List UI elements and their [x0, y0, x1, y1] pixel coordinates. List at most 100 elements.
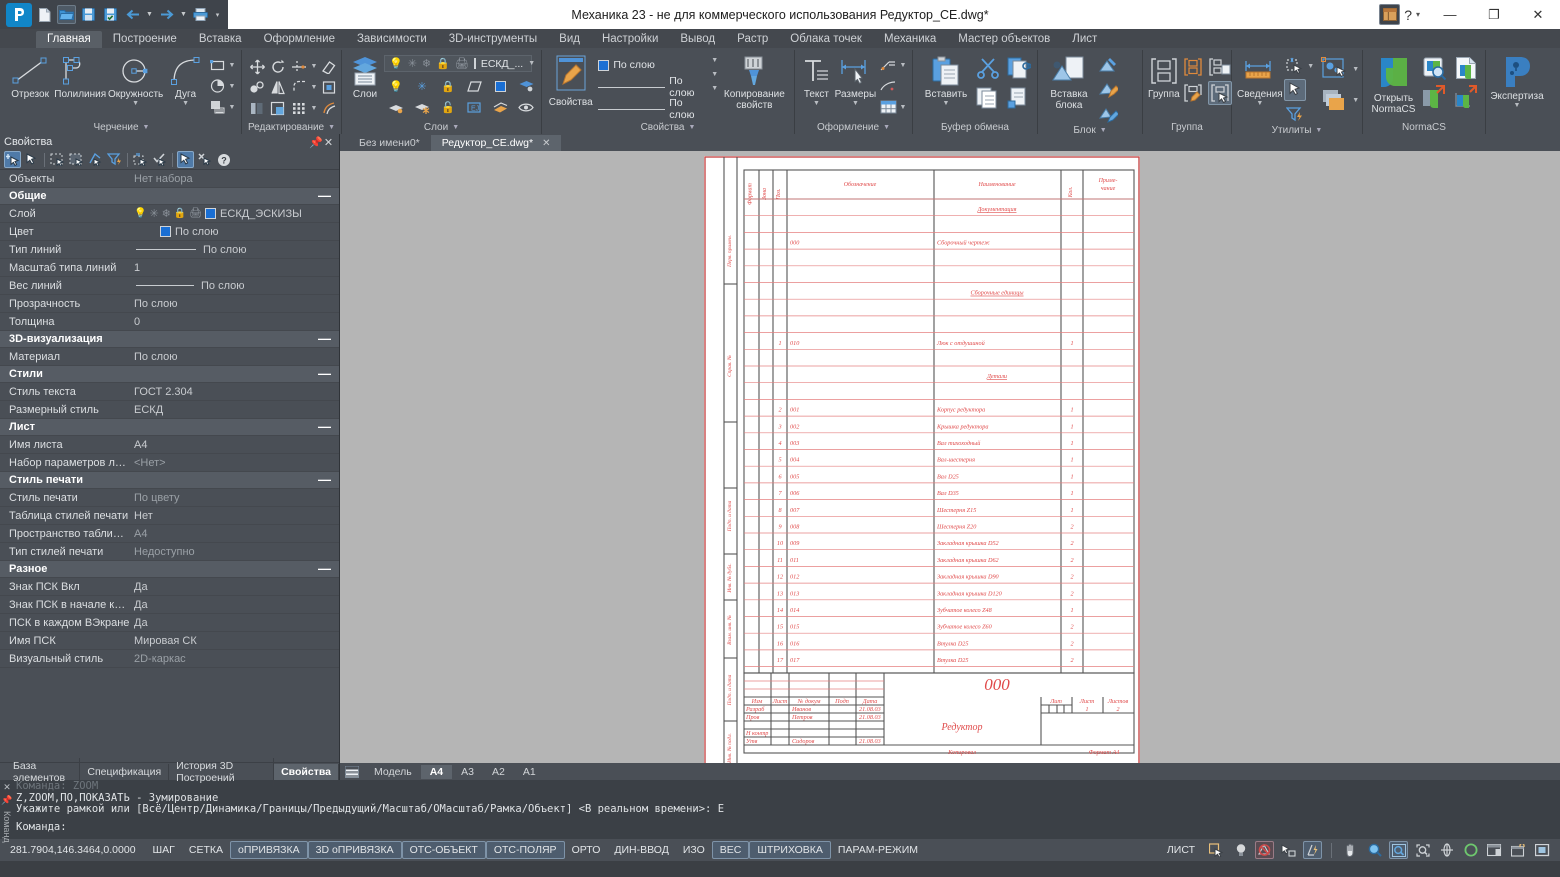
ribbon-tab-oformlenie[interactable]: Оформление [253, 31, 346, 48]
status-toggle-orto[interactable]: ОРТО [565, 842, 608, 858]
property-row-ucsicon-on[interactable]: Знак ПСК Вкл Да [0, 578, 339, 596]
layer-turn-on-icon[interactable] [386, 97, 406, 117]
layer-freeze-tool-icon[interactable]: ✳ [412, 76, 432, 96]
hatch-icon[interactable] [207, 97, 227, 117]
copy-objects-icon[interactable] [247, 78, 267, 98]
property-row-ltscale[interactable]: Масштаб типа линий 1 [0, 259, 339, 277]
paste-button[interactable]: Вставить ▼ [918, 53, 974, 107]
drawing-panel-expand-icon[interactable]: ▼ [143, 124, 150, 131]
filter-tool-icon[interactable] [1284, 103, 1306, 125]
open-normacs-button[interactable]: Открыть NormaCS [1368, 53, 1419, 115]
quick-select-dropdown-icon[interactable]: ▼ [1307, 63, 1315, 70]
help-icon[interactable]: ? [215, 151, 232, 168]
tab-svoystva[interactable]: Свойства [274, 764, 339, 780]
property-row-plotstyle[interactable]: Стиль печати По цвету [0, 489, 339, 507]
property-group-plotstyle[interactable]: Стиль печати— [0, 472, 339, 489]
layer-lock-icon[interactable]: 🔒 [174, 208, 186, 219]
object-color-combo[interactable]: По слою [595, 56, 709, 74]
isolate-dropdown-icon[interactable]: ▼ [1352, 66, 1360, 73]
help-dropdown-icon[interactable]: ▾ [1416, 10, 1420, 19]
ribbon-tab-nastroyki[interactable]: Настройки [591, 31, 669, 48]
layer-freeze-vp-icon[interactable]: ❄ [162, 207, 171, 220]
property-row-dimstyle[interactable]: Размерный стиль ЕСКД [0, 401, 339, 419]
property-row-layoutname[interactable]: Имя листа A4 [0, 436, 339, 454]
draw-order-dropdown-icon[interactable]: ▼ [1352, 97, 1360, 104]
property-row-plotstyletable[interactable]: Таблица стилей печати Нет [0, 507, 339, 525]
block-attributes-icon[interactable] [1096, 103, 1120, 125]
layer-color-swatch[interactable] [474, 58, 476, 69]
property-group-layout[interactable]: Лист— [0, 419, 339, 436]
object-linetype-combo[interactable]: По слою [595, 78, 709, 96]
showmotion-icon[interactable] [1461, 841, 1480, 859]
layer-isolate-icon[interactable]: 💡 [386, 76, 406, 96]
expertise-button[interactable]: Экспертиза ▼ [1490, 53, 1543, 109]
layer-color-tool-icon[interactable] [490, 76, 510, 96]
editing-panel-expand-icon[interactable]: ▼ [328, 124, 335, 131]
explode-icon[interactable] [319, 78, 339, 98]
object-lineweight-combo[interactable]: По слою [595, 100, 709, 118]
polyline-tool-button[interactable]: Полилиния [54, 53, 106, 100]
zoom-icon[interactable] [1365, 841, 1384, 859]
workspace-switch-icon[interactable] [1379, 4, 1400, 25]
property-row-layer[interactable]: Слой 💡 ✳ ❄ 🔒 🖨 ЕСКД_ЭСКИЗЫ [0, 205, 339, 223]
layout-tab-a3[interactable]: A3 [452, 765, 483, 779]
normacs-export-icon[interactable] [1420, 84, 1448, 110]
scale-icon[interactable] [268, 99, 288, 119]
rectangle-dropdown-icon[interactable]: ▼ [228, 62, 236, 69]
linetype-combo-caret-icon[interactable]: ▼ [711, 71, 719, 78]
layout-tab-model[interactable]: Модель [365, 765, 421, 779]
ribbon-tab-glavnaya[interactable]: Главная [36, 31, 102, 48]
stretch-icon[interactable] [247, 99, 267, 119]
normacs-document-icon[interactable] [1452, 55, 1480, 81]
property-row-plotstyletype[interactable]: Тип стилей печати Недоступно [0, 543, 339, 561]
group-manager-icon[interactable] [1208, 55, 1232, 79]
group-edit-icon[interactable] [1181, 81, 1205, 105]
utilities-panel-expand-icon[interactable]: ▼ [1315, 127, 1322, 134]
move-icon[interactable] [247, 57, 267, 77]
ribbon-tab-3d-instrumenty[interactable]: 3D-инструменты [438, 31, 548, 48]
circle-dropdown-icon[interactable]: ▼ [132, 100, 139, 107]
property-row-ucsicon-origin[interactable]: Знак ПСК в начале коор... Да [0, 596, 339, 614]
pin-icon[interactable]: 📌 [309, 136, 322, 149]
ribbon-tab-vstavka[interactable]: Вставка [188, 31, 253, 48]
layer-unlock-icon[interactable]: 🔓 [438, 97, 458, 117]
fillet-icon[interactable] [289, 78, 309, 98]
erase-icon[interactable] [319, 57, 339, 77]
expertise-dropdown-icon[interactable]: ▼ [1514, 102, 1521, 109]
layer-lock-tool-icon[interactable]: 🔒 [438, 76, 458, 96]
copy-link-icon[interactable] [1006, 55, 1032, 81]
layout-tab-a4[interactable]: A4 [421, 765, 452, 779]
layers-panel-expand-icon[interactable]: ▼ [452, 124, 459, 131]
cut-icon[interactable] [975, 55, 1001, 81]
pick-tool-icon[interactable] [1284, 79, 1306, 101]
normacs-insert-icon[interactable] [1452, 84, 1480, 110]
status-toggle-3d-oprivyazka[interactable]: 3D оПРИВЯЗКА [308, 841, 402, 859]
collapse-icon[interactable]: — [318, 564, 331, 574]
layer-lock-icon[interactable]: 🔒 [436, 57, 450, 70]
close-icon[interactable]: ✕ [322, 136, 335, 149]
isolate-objects-icon[interactable] [1319, 55, 1351, 83]
ribbon-tab-mehanika[interactable]: Механика [873, 31, 947, 48]
quick-select-tool-icon[interactable] [1284, 55, 1306, 77]
ungroup-icon[interactable] [1181, 55, 1205, 79]
ribbon-tab-postroenie[interactable]: Построение [102, 31, 188, 48]
layer-merge-icon[interactable]: EJ [464, 97, 484, 117]
ribbon-tab-oblaka-tochek[interactable]: Облака точек [779, 31, 873, 48]
property-group-3d[interactable]: 3D-визуализация— [0, 331, 339, 348]
ribbon-tab-vyvod[interactable]: Вывод [669, 31, 726, 48]
select-polygon-icon[interactable] [87, 151, 104, 168]
group-button[interactable]: Группа [1148, 53, 1180, 100]
property-row-ucsname[interactable]: Имя ПСК Мировая СК [0, 632, 339, 650]
layer-color-swatch[interactable] [205, 208, 216, 219]
edit-block-icon[interactable] [1096, 79, 1120, 101]
collapse-icon[interactable]: — [318, 475, 331, 485]
normacs-search-icon[interactable] [1420, 55, 1448, 81]
trim-dropdown-icon[interactable]: ▼ [310, 63, 318, 70]
property-group-obshie[interactable]: Общие— [0, 188, 339, 205]
lineweight-combo-caret-icon[interactable]: ▼ [711, 85, 719, 92]
insert-block-button[interactable]: Вставка блока [1043, 53, 1095, 111]
info-button[interactable]: Сведения ▼ [1237, 53, 1283, 107]
rectangle-icon[interactable] [207, 55, 227, 75]
text-tool-button[interactable]: Текст ▼ [800, 53, 833, 107]
select-similar-icon[interactable] [132, 151, 149, 168]
